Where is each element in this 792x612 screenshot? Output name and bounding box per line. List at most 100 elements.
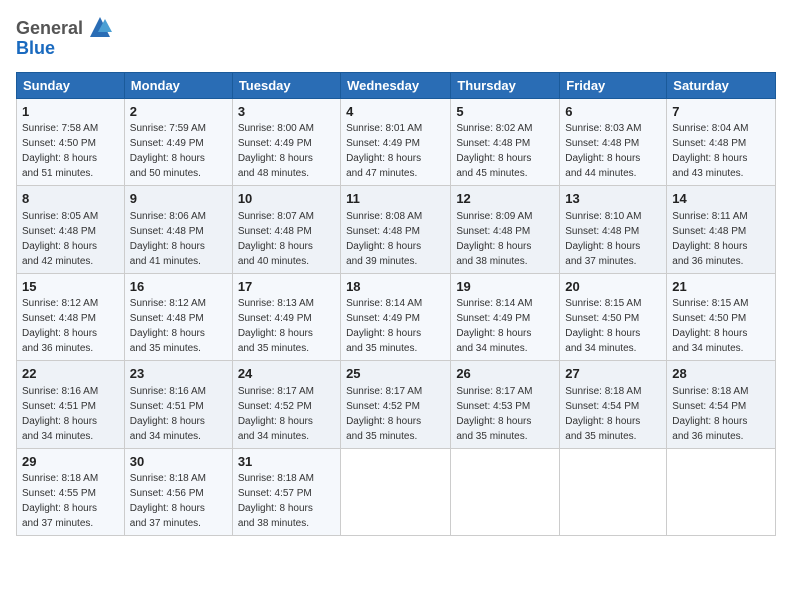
logo: General Blue xyxy=(16,16,115,60)
day-info: Sunrise: 8:18 AMSunset: 4:57 PMDaylight:… xyxy=(238,473,314,529)
week-row-2: 8 Sunrise: 8:05 AMSunset: 4:48 PMDaylight… xyxy=(17,186,776,274)
day-info: Sunrise: 8:01 AMSunset: 4:49 PMDaylight:… xyxy=(346,123,422,179)
week-row-3: 15 Sunrise: 8:12 AMSunset: 4:48 PMDayligh… xyxy=(17,273,776,361)
day-info: Sunrise: 8:12 AMSunset: 4:48 PMDaylight:… xyxy=(22,298,98,354)
day-number: 27 xyxy=(565,365,661,383)
day-info: Sunrise: 8:03 AMSunset: 4:48 PMDaylight:… xyxy=(565,123,641,179)
day-info: Sunrise: 8:18 AMSunset: 4:56 PMDaylight:… xyxy=(130,473,206,529)
day-cell: 18Sunrise: 8:14 AMSunset: 4:49 PMDayligh… xyxy=(341,273,451,361)
day-info: Sunrise: 8:17 AMSunset: 4:53 PMDaylight:… xyxy=(456,386,532,442)
day-number: 26 xyxy=(456,365,554,383)
day-cell xyxy=(560,448,667,536)
day-info: Sunrise: 8:13 AMSunset: 4:49 PMDaylight:… xyxy=(238,298,314,354)
day-number: 9 xyxy=(130,190,227,208)
day-cell: 8 Sunrise: 8:05 AMSunset: 4:48 PMDaylight… xyxy=(17,186,125,274)
day-info: Sunrise: 8:06 AMSunset: 4:48 PMDaylight:… xyxy=(130,211,206,267)
day-info: Sunrise: 8:02 AMSunset: 4:48 PMDaylight:… xyxy=(456,123,532,179)
day-info: Sunrise: 7:59 AMSunset: 4:49 PMDaylight:… xyxy=(130,123,206,179)
day-info: Sunrise: 8:18 AMSunset: 4:55 PMDaylight:… xyxy=(22,473,98,529)
week-row-4: 22 Sunrise: 8:16 AMSunset: 4:51 PMDayligh… xyxy=(17,361,776,449)
day-info: Sunrise: 8:18 AMSunset: 4:54 PMDaylight:… xyxy=(672,386,748,442)
day-cell: 5Sunrise: 8:02 AMSunset: 4:48 PMDaylight… xyxy=(451,98,560,186)
day-cell: 4Sunrise: 8:01 AMSunset: 4:49 PMDaylight… xyxy=(341,98,451,186)
weekday-header-monday: Monday xyxy=(124,72,232,98)
day-number: 2 xyxy=(130,103,227,121)
day-info: Sunrise: 8:18 AMSunset: 4:54 PMDaylight:… xyxy=(565,386,641,442)
day-number: 16 xyxy=(130,278,227,296)
week-row-5: 29Sunrise: 8:18 AMSunset: 4:55 PMDayligh… xyxy=(17,448,776,536)
week-row-1: 1 Sunrise: 7:58 AMSunset: 4:50 PMDaylight… xyxy=(17,98,776,186)
day-cell: 24 Sunrise: 8:17 AMSunset: 4:52 PMDayligh… xyxy=(232,361,340,449)
day-info: Sunrise: 8:12 AMSunset: 4:48 PMDaylight:… xyxy=(130,298,206,354)
day-cell xyxy=(341,448,451,536)
weekday-header-saturday: Saturday xyxy=(667,72,776,98)
day-number: 25 xyxy=(346,365,445,383)
day-cell xyxy=(667,448,776,536)
day-number: 31 xyxy=(238,453,335,471)
day-info: Sunrise: 8:05 AMSunset: 4:48 PMDaylight:… xyxy=(22,211,98,267)
day-cell: 26 Sunrise: 8:17 AMSunset: 4:53 PMDayligh… xyxy=(451,361,560,449)
day-number: 6 xyxy=(565,103,661,121)
day-cell: 14Sunrise: 8:11 AMSunset: 4:48 PMDayligh… xyxy=(667,186,776,274)
day-number: 30 xyxy=(130,453,227,471)
day-number: 12 xyxy=(456,190,554,208)
day-cell: 13Sunrise: 8:10 AMSunset: 4:48 PMDayligh… xyxy=(560,186,667,274)
day-cell: 7Sunrise: 8:04 AMSunset: 4:48 PMDaylight… xyxy=(667,98,776,186)
day-cell: 3Sunrise: 8:00 AMSunset: 4:49 PMDaylight… xyxy=(232,98,340,186)
day-info: Sunrise: 8:08 AMSunset: 4:48 PMDaylight:… xyxy=(346,211,422,267)
day-cell: 23 Sunrise: 8:16 AMSunset: 4:51 PMDayligh… xyxy=(124,361,232,449)
day-number: 7 xyxy=(672,103,770,121)
weekday-header-tuesday: Tuesday xyxy=(232,72,340,98)
logo-general: General xyxy=(16,18,83,38)
day-cell: 19Sunrise: 8:14 AMSunset: 4:49 PMDayligh… xyxy=(451,273,560,361)
weekday-header-thursday: Thursday xyxy=(451,72,560,98)
logo-blue: Blue xyxy=(16,38,55,58)
day-info: Sunrise: 8:14 AMSunset: 4:49 PMDaylight:… xyxy=(456,298,532,354)
day-cell xyxy=(451,448,560,536)
day-info: Sunrise: 8:09 AMSunset: 4:48 PMDaylight:… xyxy=(456,211,532,267)
weekday-header-row: SundayMondayTuesdayWednesdayThursdayFrid… xyxy=(17,72,776,98)
day-cell: 29Sunrise: 8:18 AMSunset: 4:55 PMDayligh… xyxy=(17,448,125,536)
day-cell: 12 Sunrise: 8:09 AMSunset: 4:48 PMDayligh… xyxy=(451,186,560,274)
day-cell: 28 Sunrise: 8:18 AMSunset: 4:54 PMDayligh… xyxy=(667,361,776,449)
day-info: Sunrise: 8:16 AMSunset: 4:51 PMDaylight:… xyxy=(130,386,206,442)
day-info: Sunrise: 8:15 AMSunset: 4:50 PMDaylight:… xyxy=(672,298,748,354)
weekday-header-wednesday: Wednesday xyxy=(341,72,451,98)
day-cell: 1 Sunrise: 7:58 AMSunset: 4:50 PMDaylight… xyxy=(17,98,125,186)
day-number: 23 xyxy=(130,365,227,383)
day-cell: 11Sunrise: 8:08 AMSunset: 4:48 PMDayligh… xyxy=(341,186,451,274)
day-cell: 16 Sunrise: 8:12 AMSunset: 4:48 PMDayligh… xyxy=(124,273,232,361)
day-number: 24 xyxy=(238,365,335,383)
day-number: 17 xyxy=(238,278,335,296)
day-number: 28 xyxy=(672,365,770,383)
day-info: Sunrise: 8:17 AMSunset: 4:52 PMDaylight:… xyxy=(238,386,314,442)
day-number: 15 xyxy=(22,278,119,296)
day-info: Sunrise: 8:14 AMSunset: 4:49 PMDaylight:… xyxy=(346,298,422,354)
day-cell: 22 Sunrise: 8:16 AMSunset: 4:51 PMDayligh… xyxy=(17,361,125,449)
day-cell: 2 Sunrise: 7:59 AMSunset: 4:49 PMDaylight… xyxy=(124,98,232,186)
day-info: Sunrise: 8:11 AMSunset: 4:48 PMDaylight:… xyxy=(672,211,747,267)
day-number: 8 xyxy=(22,190,119,208)
day-info: Sunrise: 8:07 AMSunset: 4:48 PMDaylight:… xyxy=(238,211,314,267)
calendar-table: SundayMondayTuesdayWednesdayThursdayFrid… xyxy=(16,72,776,537)
day-info: Sunrise: 8:00 AMSunset: 4:49 PMDaylight:… xyxy=(238,123,314,179)
day-info: Sunrise: 8:17 AMSunset: 4:52 PMDaylight:… xyxy=(346,386,422,442)
day-number: 21 xyxy=(672,278,770,296)
day-cell: 25 Sunrise: 8:17 AMSunset: 4:52 PMDayligh… xyxy=(341,361,451,449)
day-info: Sunrise: 8:15 AMSunset: 4:50 PMDaylight:… xyxy=(565,298,641,354)
day-cell: 17 Sunrise: 8:13 AMSunset: 4:49 PMDayligh… xyxy=(232,273,340,361)
day-cell: 21 Sunrise: 8:15 AMSunset: 4:50 PMDayligh… xyxy=(667,273,776,361)
weekday-header-sunday: Sunday xyxy=(17,72,125,98)
page-container: General Blue SundayMondayTuesdayWednesda… xyxy=(0,0,792,546)
day-info: Sunrise: 7:58 AMSunset: 4:50 PMDaylight:… xyxy=(22,123,98,179)
day-number: 1 xyxy=(22,103,119,121)
day-cell: 27 Sunrise: 8:18 AMSunset: 4:54 PMDayligh… xyxy=(560,361,667,449)
day-info: Sunrise: 8:16 AMSunset: 4:51 PMDaylight:… xyxy=(22,386,98,442)
day-cell: 15 Sunrise: 8:12 AMSunset: 4:48 PMDayligh… xyxy=(17,273,125,361)
day-cell: 9 Sunrise: 8:06 AMSunset: 4:48 PMDaylight… xyxy=(124,186,232,274)
day-number: 22 xyxy=(22,365,119,383)
day-cell: 20 Sunrise: 8:15 AMSunset: 4:50 PMDayligh… xyxy=(560,273,667,361)
day-cell: 30 Sunrise: 8:18 AMSunset: 4:56 PMDayligh… xyxy=(124,448,232,536)
day-number: 20 xyxy=(565,278,661,296)
day-number: 10 xyxy=(238,190,335,208)
